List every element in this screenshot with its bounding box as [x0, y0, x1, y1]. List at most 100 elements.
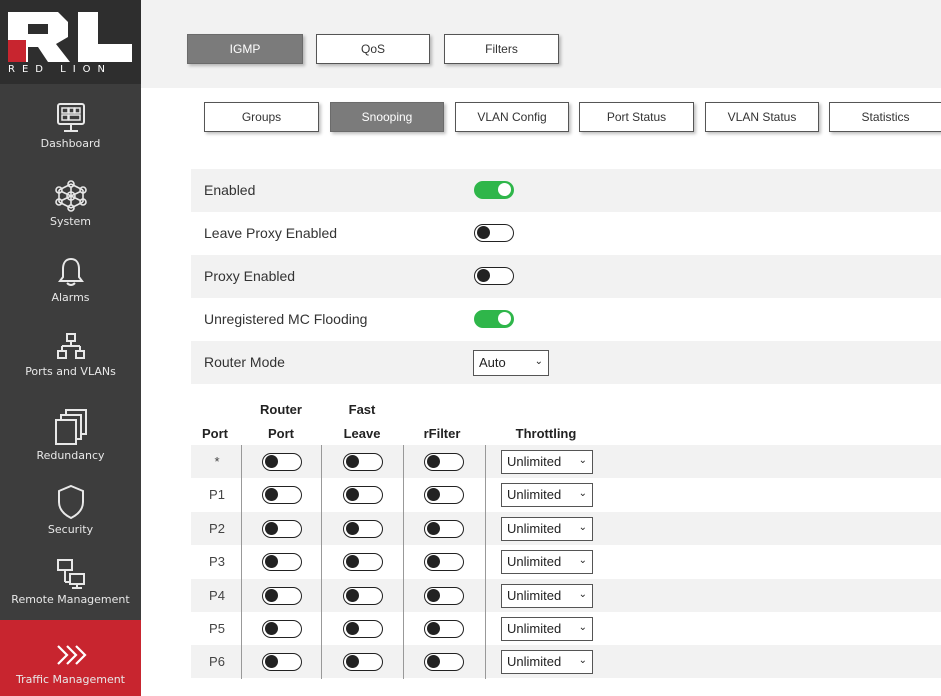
tab-snooping[interactable]: Snooping	[330, 102, 444, 132]
redundancy-icon	[54, 409, 87, 445]
throttling-value: Unlimited	[507, 654, 562, 670]
tab-igmp[interactable]: IGMP	[187, 34, 303, 64]
throttling-value: Unlimited	[507, 487, 562, 503]
throttling-value: Unlimited	[507, 520, 562, 536]
port-cell: P2	[209, 520, 225, 536]
fast-leave-toggle[interactable]	[343, 553, 383, 572]
router-mode-select[interactable]: Auto ⌄	[473, 350, 549, 376]
tab-vlan-config[interactable]: VLAN Config	[455, 102, 569, 132]
throttling-select[interactable]: Unlimited ⌄	[501, 617, 593, 641]
throttling-select[interactable]: Unlimited ⌄	[501, 516, 593, 541]
header-router-port-line2: Port	[268, 426, 294, 441]
sidebar-item-traffic-management[interactable]: Traffic Management	[0, 620, 159, 696]
chevron-down-icon: ⌄	[534, 355, 543, 367]
sidebar-item-label: Remote Management	[11, 593, 130, 606]
fast-leave-toggle[interactable]	[343, 486, 383, 505]
router-port-toggle[interactable]	[262, 453, 302, 471]
tab-groups[interactable]: Groups	[204, 102, 319, 132]
proxy-toggle[interactable]	[474, 267, 514, 285]
ports-icon	[56, 333, 85, 359]
rfilter-toggle[interactable]	[424, 553, 464, 572]
sidebar-item-system[interactable]: System	[0, 180, 141, 240]
fast-leave-toggle[interactable]	[343, 620, 383, 638]
throttling-select[interactable]: Unlimited ⌄	[501, 550, 593, 575]
sidebar-item-label: Traffic Management	[15, 673, 125, 686]
throttling-select[interactable]: Unlimited ⌄	[501, 650, 593, 675]
table-row: P5 Unlimited ⌄	[191, 612, 941, 645]
sidebar-item-ports-and-vlans[interactable]: Ports and VLANs	[0, 332, 141, 394]
rfilter-toggle[interactable]	[424, 653, 464, 672]
setting-label: Leave Proxy Enabled	[204, 225, 338, 241]
router-port-toggle[interactable]	[262, 553, 302, 572]
setting-label: Router Mode	[204, 354, 285, 370]
sidebar-item-security[interactable]: Security	[0, 484, 141, 544]
bell-icon	[57, 257, 84, 286]
sidebar-item-label: Dashboard	[40, 137, 101, 150]
router-port-toggle[interactable]	[262, 620, 302, 638]
logo-text: RED LION	[8, 64, 113, 75]
setting-proxy: Proxy Enabled	[191, 255, 941, 298]
network-icon	[54, 180, 87, 212]
leave-proxy-toggle[interactable]	[474, 224, 514, 242]
table-row: P4 Unlimited ⌄	[191, 578, 941, 612]
main-content: IGMP QoS Filters Groups Snooping VLAN Co…	[141, 0, 941, 696]
sidebar-item-redundancy[interactable]: Redundancy	[0, 408, 141, 468]
router-port-toggle[interactable]	[262, 486, 302, 505]
chevron-down-icon: ⌄	[578, 621, 587, 633]
setting-enabled: Enabled	[191, 169, 941, 212]
fast-leave-toggle[interactable]	[343, 519, 383, 538]
chevron-down-icon: ⌄	[578, 555, 587, 567]
router-port-toggle[interactable]	[262, 586, 302, 605]
rfilter-toggle[interactable]	[424, 586, 464, 605]
router-port-toggle[interactable]	[262, 519, 302, 538]
tab-statistics[interactable]: Statistics	[829, 102, 941, 132]
tab-qos[interactable]: QoS	[316, 34, 430, 64]
port-cell: *	[214, 454, 220, 469]
throttling-value: Unlimited	[507, 587, 562, 603]
rfilter-toggle[interactable]	[424, 486, 464, 505]
chevron-down-icon: ⌄	[578, 588, 587, 600]
header-fast-leave-line2: Leave	[343, 426, 381, 441]
sidebar-item-dashboard[interactable]: Dashboard	[0, 102, 141, 162]
port-cell: P5	[209, 621, 225, 636]
throttling-value: Unlimited	[507, 454, 562, 469]
sidebar-item-label: System	[49, 215, 92, 228]
tab-port-status[interactable]: Port Status	[579, 102, 694, 132]
table-row: P3 Unlimited ⌄	[191, 545, 941, 578]
sidebar-item-alarms[interactable]: Alarms	[0, 256, 141, 316]
table-row: P2 Unlimited ⌄	[191, 511, 941, 545]
rfilter-toggle[interactable]	[424, 519, 464, 538]
throttling-select[interactable]: Unlimited ⌄	[501, 450, 593, 474]
sidebar-item-remote-management[interactable]: Remote Management	[0, 558, 141, 618]
port-cell: P4	[209, 587, 225, 603]
fast-leave-toggle[interactable]	[343, 653, 383, 672]
chevron-down-icon: ⌄	[578, 488, 587, 500]
throttling-select[interactable]: Unlimited ⌄	[501, 583, 593, 608]
router-mode-value: Auto	[479, 355, 506, 370]
red-lion-logo[interactable]: RED LION	[0, 0, 141, 84]
fast-leave-toggle[interactable]	[343, 453, 383, 471]
tab-filters[interactable]: Filters	[444, 34, 559, 64]
rfilter-toggle[interactable]	[424, 453, 464, 471]
throttling-value: Unlimited	[507, 621, 562, 636]
chevron-down-icon: ⌄	[578, 454, 587, 466]
router-port-toggle[interactable]	[262, 653, 302, 672]
logo-mark	[8, 12, 132, 62]
enabled-toggle[interactable]	[474, 181, 514, 199]
header-throttling: Throttling	[515, 426, 577, 441]
chevron-down-icon: ⌄	[578, 655, 587, 667]
throttling-select[interactable]: Unlimited ⌄	[501, 483, 593, 508]
column-divider	[241, 445, 242, 679]
sidebar-item-label: Redundancy	[36, 449, 105, 462]
dashboard-icon	[56, 103, 85, 132]
setting-leave-proxy: Leave Proxy Enabled	[191, 212, 941, 255]
table-row: P1 Unlimited ⌄	[191, 478, 941, 511]
setting-label: Enabled	[204, 182, 256, 198]
chevrons-icon	[56, 645, 87, 665]
fast-leave-toggle[interactable]	[343, 586, 383, 605]
column-divider	[321, 445, 322, 679]
unregistered-mc-flooding-toggle[interactable]	[474, 310, 514, 328]
shield-icon	[57, 484, 84, 520]
rfilter-toggle[interactable]	[424, 620, 464, 638]
tab-vlan-status[interactable]: VLAN Status	[705, 102, 819, 132]
